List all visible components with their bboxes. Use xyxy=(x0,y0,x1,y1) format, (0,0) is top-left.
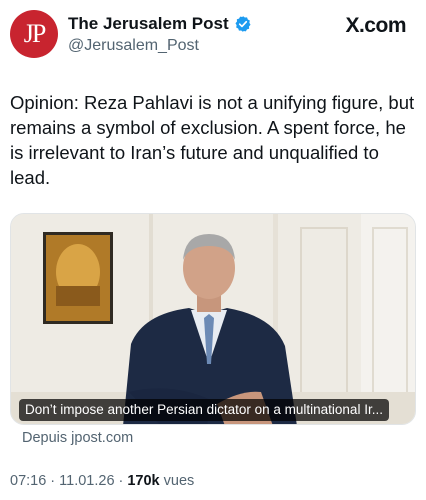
display-name[interactable]: The Jerusalem Post xyxy=(68,14,229,34)
painting xyxy=(43,232,113,324)
tweet-time[interactable]: 07:16 xyxy=(10,473,46,489)
x-logo: X.com xyxy=(345,14,406,37)
tweet-text: Opinion: Reza Pahlavi is not a unifying … xyxy=(10,92,415,188)
tweet-header: JP The Jerusalem Post @Jerusalem_Post X.… xyxy=(10,10,416,66)
avatar[interactable]: JP xyxy=(10,10,58,58)
meta-separator: · xyxy=(50,473,56,489)
card-caption[interactable]: Don’t impose another Persian dictator on… xyxy=(19,399,389,421)
link-source[interactable]: Depuis jpost.com xyxy=(22,430,133,446)
meta-separator: · xyxy=(118,473,124,489)
tweet-date[interactable]: 11.01.26 xyxy=(59,473,114,489)
handle[interactable]: @Jerusalem_Post xyxy=(68,37,252,55)
link-card[interactable]: Don’t impose another Persian dictator on… xyxy=(10,213,416,425)
display-name-row: The Jerusalem Post xyxy=(68,14,252,34)
views-count: 170k xyxy=(127,473,160,489)
author-names: The Jerusalem Post @Jerusalem_Post xyxy=(68,14,252,55)
card-image xyxy=(11,214,415,424)
verified-badge-icon xyxy=(235,16,251,32)
views-label: vues xyxy=(163,473,195,489)
tweet-meta: 07:16 · 11.01.26 · 170k vues xyxy=(10,473,194,489)
